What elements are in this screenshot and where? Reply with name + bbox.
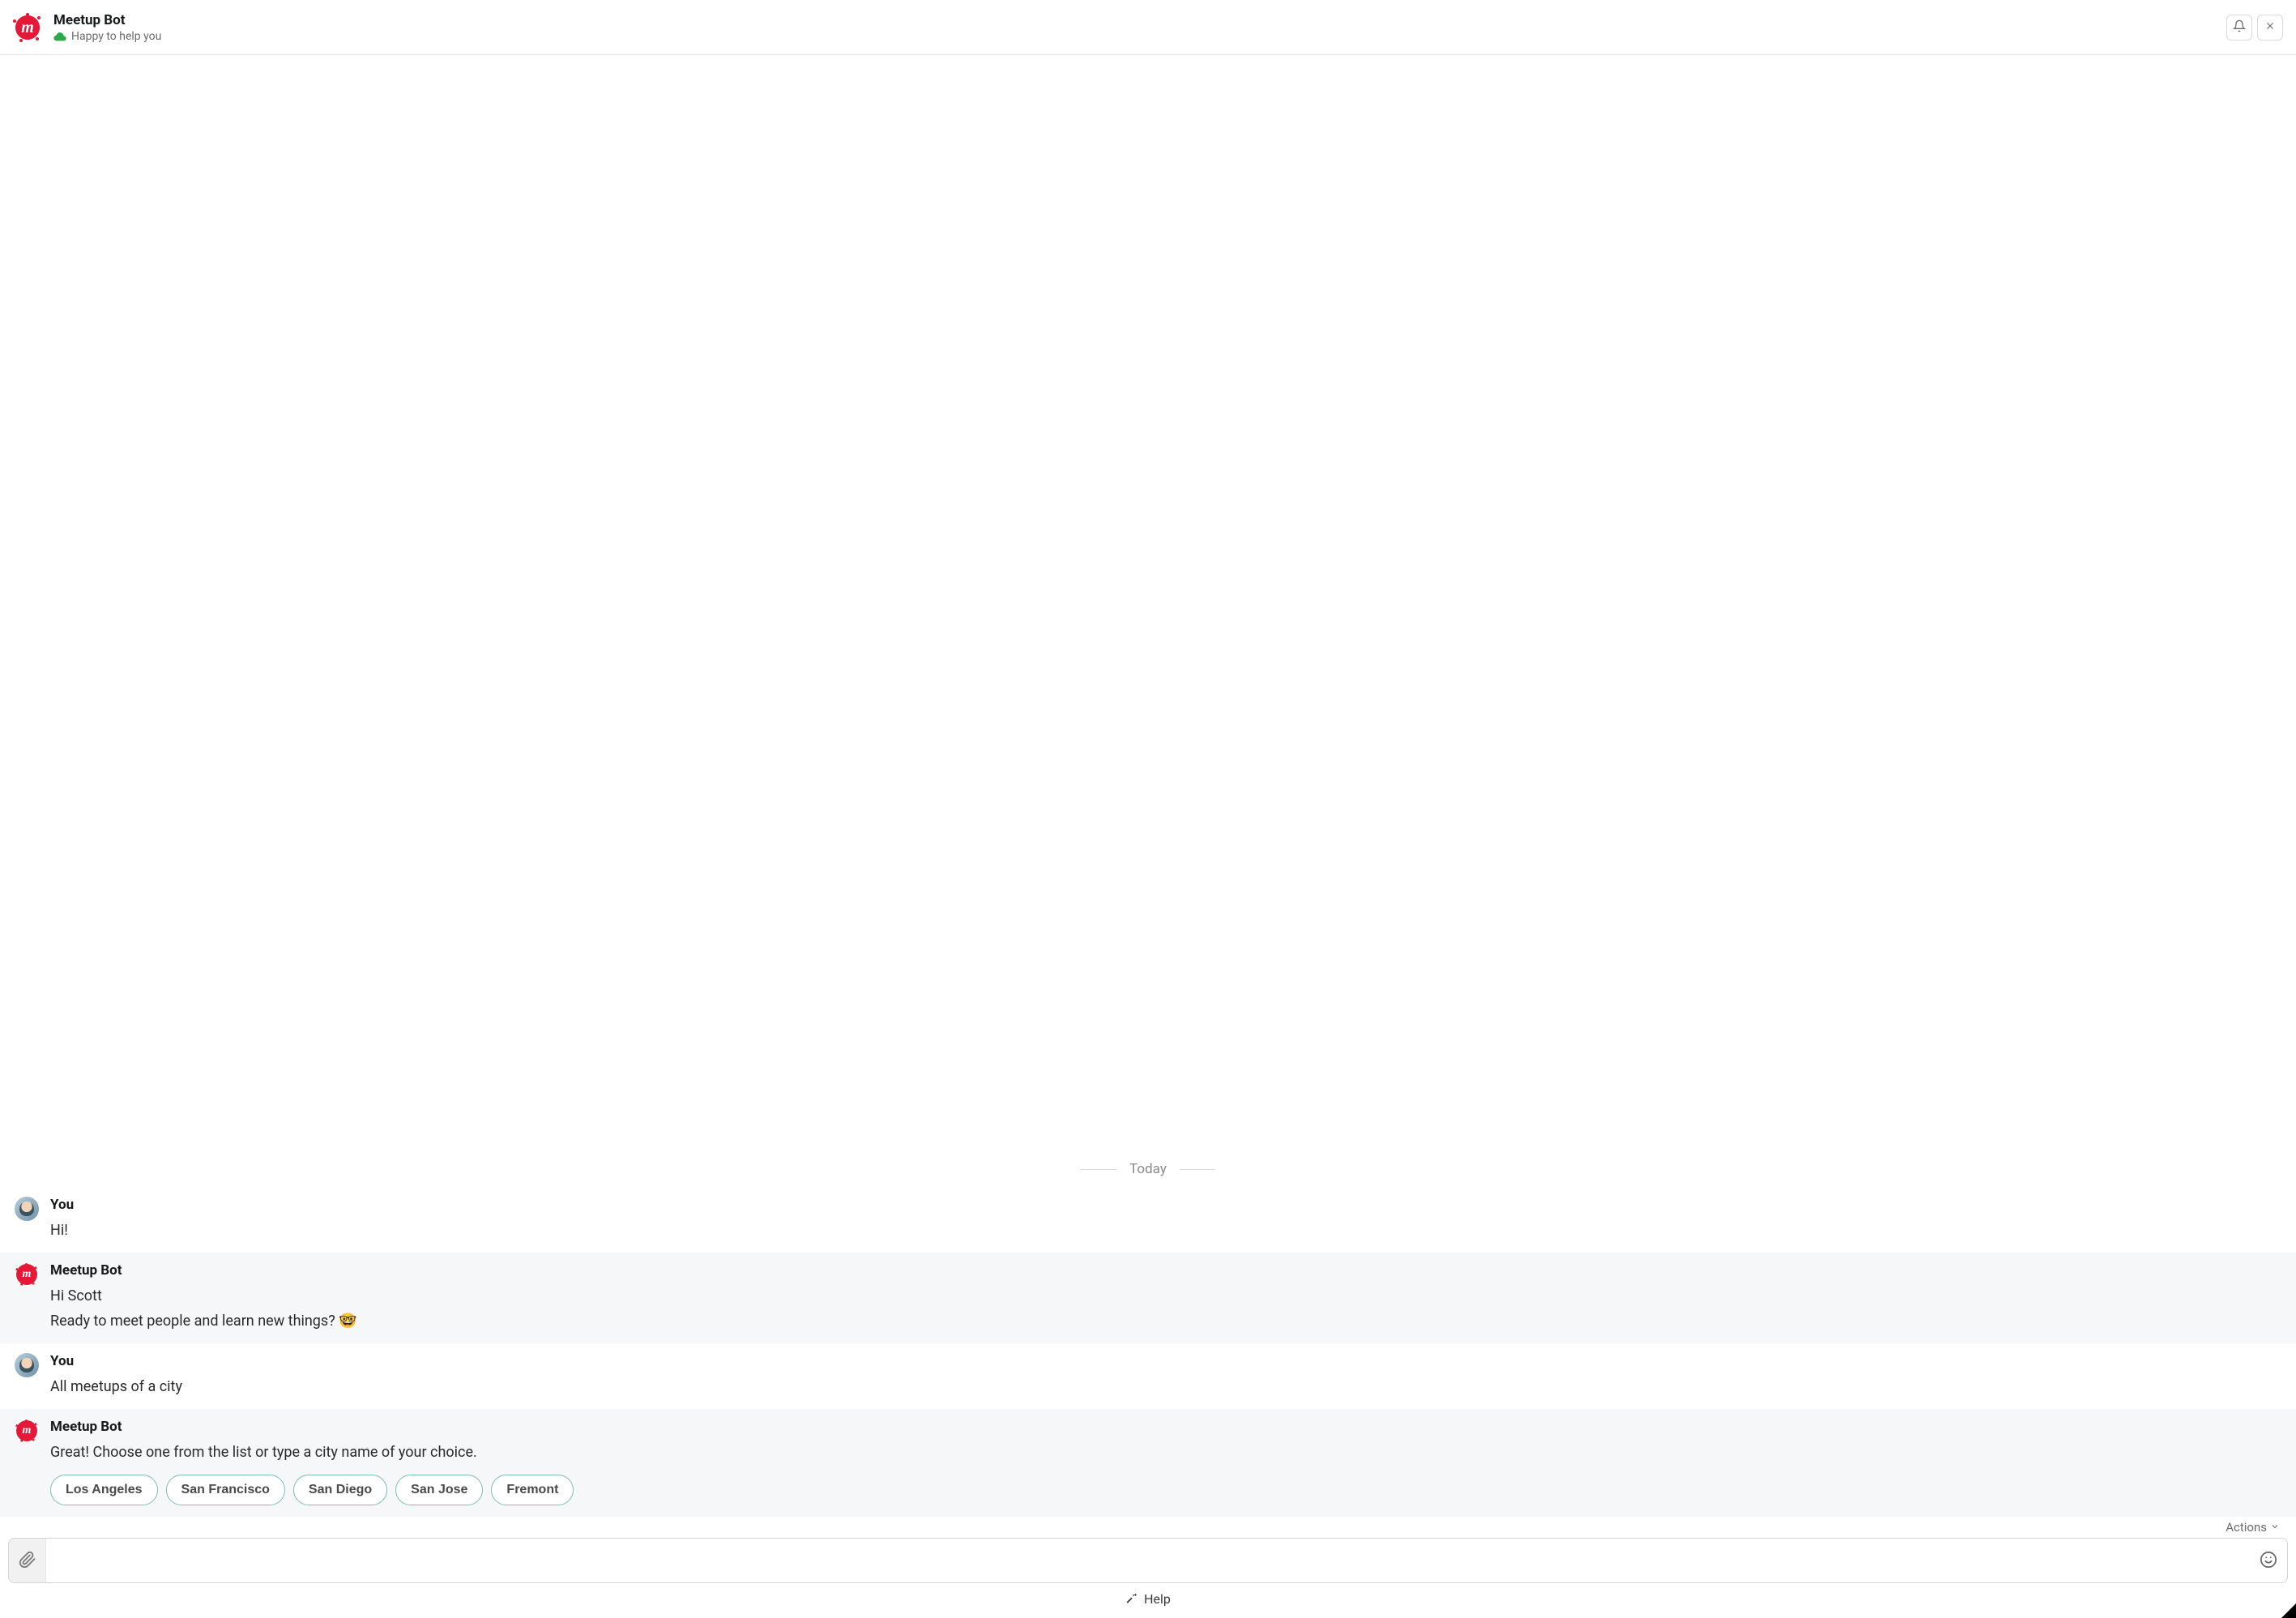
message-content: Meetup Bot Great! Choose one from the li… bbox=[50, 1419, 2281, 1505]
notifications-button[interactable] bbox=[2226, 15, 2252, 41]
sender-label: You bbox=[50, 1353, 2281, 1369]
sender-label: Meetup Bot bbox=[50, 1262, 2281, 1279]
city-chip-san-diego[interactable]: San Diego bbox=[293, 1475, 387, 1505]
smiley-icon bbox=[2260, 1551, 2277, 1571]
date-label: Today bbox=[1129, 1161, 1167, 1177]
resize-corner[interactable] bbox=[2281, 1603, 2296, 1618]
header-left: m Meetup Bot Happy to help you bbox=[11, 11, 2217, 44]
user-avatar bbox=[15, 1353, 39, 1377]
message-line: Ready to meet people and learn new thing… bbox=[50, 1310, 2281, 1332]
paperclip-icon bbox=[19, 1551, 36, 1571]
sender-label: You bbox=[50, 1197, 2281, 1213]
city-chip-san-jose[interactable]: San Jose bbox=[395, 1475, 483, 1505]
help-bar[interactable]: Help bbox=[8, 1583, 2288, 1616]
message-line: Great! Choose one from the list or type … bbox=[50, 1441, 2281, 1463]
emoji-button[interactable] bbox=[2250, 1539, 2287, 1582]
actions-label: Actions bbox=[2226, 1520, 2267, 1535]
composer-area: Actions Help bbox=[0, 1517, 2296, 1618]
separator-line bbox=[1081, 1169, 1116, 1170]
chat-spacer bbox=[0, 55, 2296, 1151]
message-row: You All meetups of a city bbox=[0, 1343, 2296, 1409]
message-body: Hi Scott Ready to meet people and learn … bbox=[50, 1285, 2281, 1332]
title-block: Meetup Bot Happy to help you bbox=[53, 12, 161, 43]
message-row: You Hi! bbox=[0, 1187, 2296, 1253]
close-button[interactable] bbox=[2257, 15, 2283, 41]
user-avatar bbox=[15, 1197, 39, 1221]
chat-area: Today You Hi! m Meetup Bot Hi Scott Read… bbox=[0, 55, 2296, 1517]
composer bbox=[8, 1538, 2288, 1583]
bot-status: Happy to help you bbox=[53, 30, 161, 43]
header-actions bbox=[2226, 15, 2283, 41]
bot-avatar: m bbox=[15, 1419, 39, 1443]
help-label: Help bbox=[1144, 1591, 1171, 1607]
message-body: Great! Choose one from the list or type … bbox=[50, 1441, 2281, 1463]
message-content: You All meetups of a city bbox=[50, 1353, 2281, 1398]
message-body: Hi! bbox=[50, 1219, 2281, 1241]
separator-line bbox=[1180, 1169, 1215, 1170]
bell-icon bbox=[2233, 19, 2246, 35]
bot-title: Meetup Bot bbox=[53, 12, 161, 28]
message-line: Hi! bbox=[50, 1219, 2281, 1241]
message-row: m Meetup Bot Hi Scott Ready to meet peop… bbox=[0, 1253, 2296, 1343]
online-cloud-icon bbox=[53, 32, 66, 41]
message-content: You Hi! bbox=[50, 1197, 2281, 1241]
close-icon bbox=[2264, 20, 2276, 34]
chat-header: m Meetup Bot Happy to help you bbox=[0, 0, 2296, 55]
wand-icon bbox=[1125, 1591, 1137, 1607]
message-row: m Meetup Bot Great! Choose one from the … bbox=[0, 1409, 2296, 1517]
chevron-down-icon bbox=[2270, 1520, 2280, 1535]
sender-label: Meetup Bot bbox=[50, 1419, 2281, 1435]
composer-actions-line: Actions bbox=[8, 1517, 2288, 1538]
city-chip-los-angeles[interactable]: Los Angeles bbox=[50, 1475, 158, 1505]
actions-menu[interactable]: Actions bbox=[2226, 1520, 2280, 1535]
city-chip-fremont[interactable]: Fremont bbox=[491, 1475, 574, 1505]
attach-button[interactable] bbox=[9, 1539, 46, 1582]
bot-logo: m bbox=[11, 11, 44, 44]
date-separator: Today bbox=[0, 1151, 2296, 1187]
city-chip-san-francisco[interactable]: San Francisco bbox=[166, 1475, 285, 1505]
message-input[interactable] bbox=[46, 1539, 2250, 1582]
message-line: All meetups of a city bbox=[50, 1376, 2281, 1398]
quick-reply-chips: Los Angeles San Francisco San Diego San … bbox=[50, 1475, 2281, 1505]
message-line: Hi Scott bbox=[50, 1285, 2281, 1307]
message-content: Meetup Bot Hi Scott Ready to meet people… bbox=[50, 1262, 2281, 1332]
bot-status-text: Happy to help you bbox=[71, 30, 161, 43]
message-body: All meetups of a city bbox=[50, 1376, 2281, 1398]
bot-avatar: m bbox=[15, 1262, 39, 1287]
